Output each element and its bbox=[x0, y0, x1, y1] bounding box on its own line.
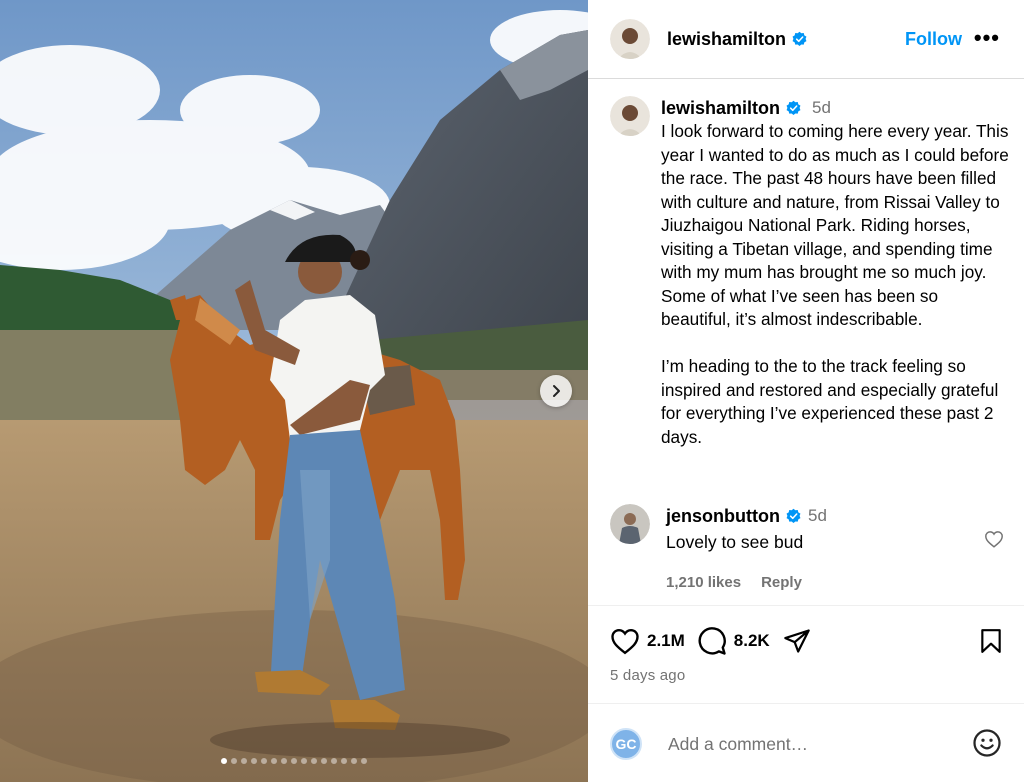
heart-icon bbox=[611, 628, 639, 655]
verified-icon bbox=[792, 31, 807, 46]
carousel-dot bbox=[311, 758, 317, 764]
heart-icon[interactable] bbox=[984, 530, 1004, 548]
post-side-panel: lewishamilton Follow ••• lewishamilton 5… bbox=[588, 0, 1024, 782]
post-photo[interactable] bbox=[0, 0, 588, 782]
emoji-icon[interactable] bbox=[972, 728, 1002, 758]
caption-text: I look forward to coming here every year… bbox=[661, 121, 1009, 447]
carousel-dot bbox=[241, 758, 247, 764]
post-username[interactable]: lewishamilton bbox=[667, 29, 786, 50]
share-icon bbox=[783, 629, 810, 653]
avatar[interactable] bbox=[610, 19, 650, 59]
avatar: GC bbox=[610, 728, 642, 760]
post-actions: 2.1M 8.2K bbox=[610, 624, 1004, 658]
carousel-dot bbox=[251, 758, 257, 764]
caption-timestamp[interactable]: 5d bbox=[812, 98, 831, 118]
carousel-dot bbox=[231, 758, 237, 764]
avatar[interactable] bbox=[610, 96, 650, 136]
comment-input[interactable] bbox=[668, 733, 948, 755]
comments-count[interactable]: 8.2K bbox=[734, 631, 770, 651]
save-icon[interactable] bbox=[978, 627, 1004, 655]
carousel-dot bbox=[261, 758, 267, 764]
carousel-dot bbox=[331, 758, 337, 764]
avatar[interactable] bbox=[610, 504, 650, 544]
share-button[interactable] bbox=[782, 627, 812, 655]
carousel-dot bbox=[341, 758, 347, 764]
divider bbox=[588, 605, 1024, 606]
post-header: lewishamilton Follow ••• bbox=[588, 0, 1024, 79]
reply-button[interactable]: Reply bbox=[761, 574, 802, 591]
comment-timestamp[interactable]: 5d bbox=[808, 506, 827, 526]
carousel-dot bbox=[271, 758, 277, 764]
carousel-dot bbox=[321, 758, 327, 764]
like-button[interactable]: 2.1M bbox=[610, 627, 697, 655]
verified-icon bbox=[786, 508, 801, 523]
more-icon[interactable]: ••• bbox=[974, 26, 1000, 50]
chevron-right-icon bbox=[553, 385, 560, 397]
add-comment-bar: GC bbox=[610, 726, 1004, 762]
follow-button[interactable]: Follow bbox=[905, 29, 962, 50]
comment-button[interactable]: 8.2K bbox=[697, 626, 782, 656]
comment-icon bbox=[698, 627, 726, 655]
comment-text: Lovely to see bud bbox=[666, 532, 804, 552]
divider bbox=[588, 703, 1024, 704]
post-date[interactable]: 5 days ago bbox=[610, 667, 685, 684]
carousel-dot bbox=[351, 758, 357, 764]
likes-count[interactable]: 2.1M bbox=[647, 631, 685, 651]
comment-likes[interactable]: 1,210 likes bbox=[666, 574, 741, 591]
carousel-dot bbox=[291, 758, 297, 764]
caption-username[interactable]: lewishamilton bbox=[661, 98, 780, 119]
post-image bbox=[0, 0, 588, 782]
carousel-dot bbox=[361, 758, 367, 764]
carousel-indicator bbox=[0, 758, 588, 764]
next-slide-button[interactable] bbox=[540, 375, 572, 407]
verified-icon bbox=[786, 100, 801, 115]
carousel-dot bbox=[221, 758, 227, 764]
carousel-dot bbox=[301, 758, 307, 764]
carousel-dot bbox=[281, 758, 287, 764]
comment-username[interactable]: jensonbutton bbox=[666, 506, 780, 527]
